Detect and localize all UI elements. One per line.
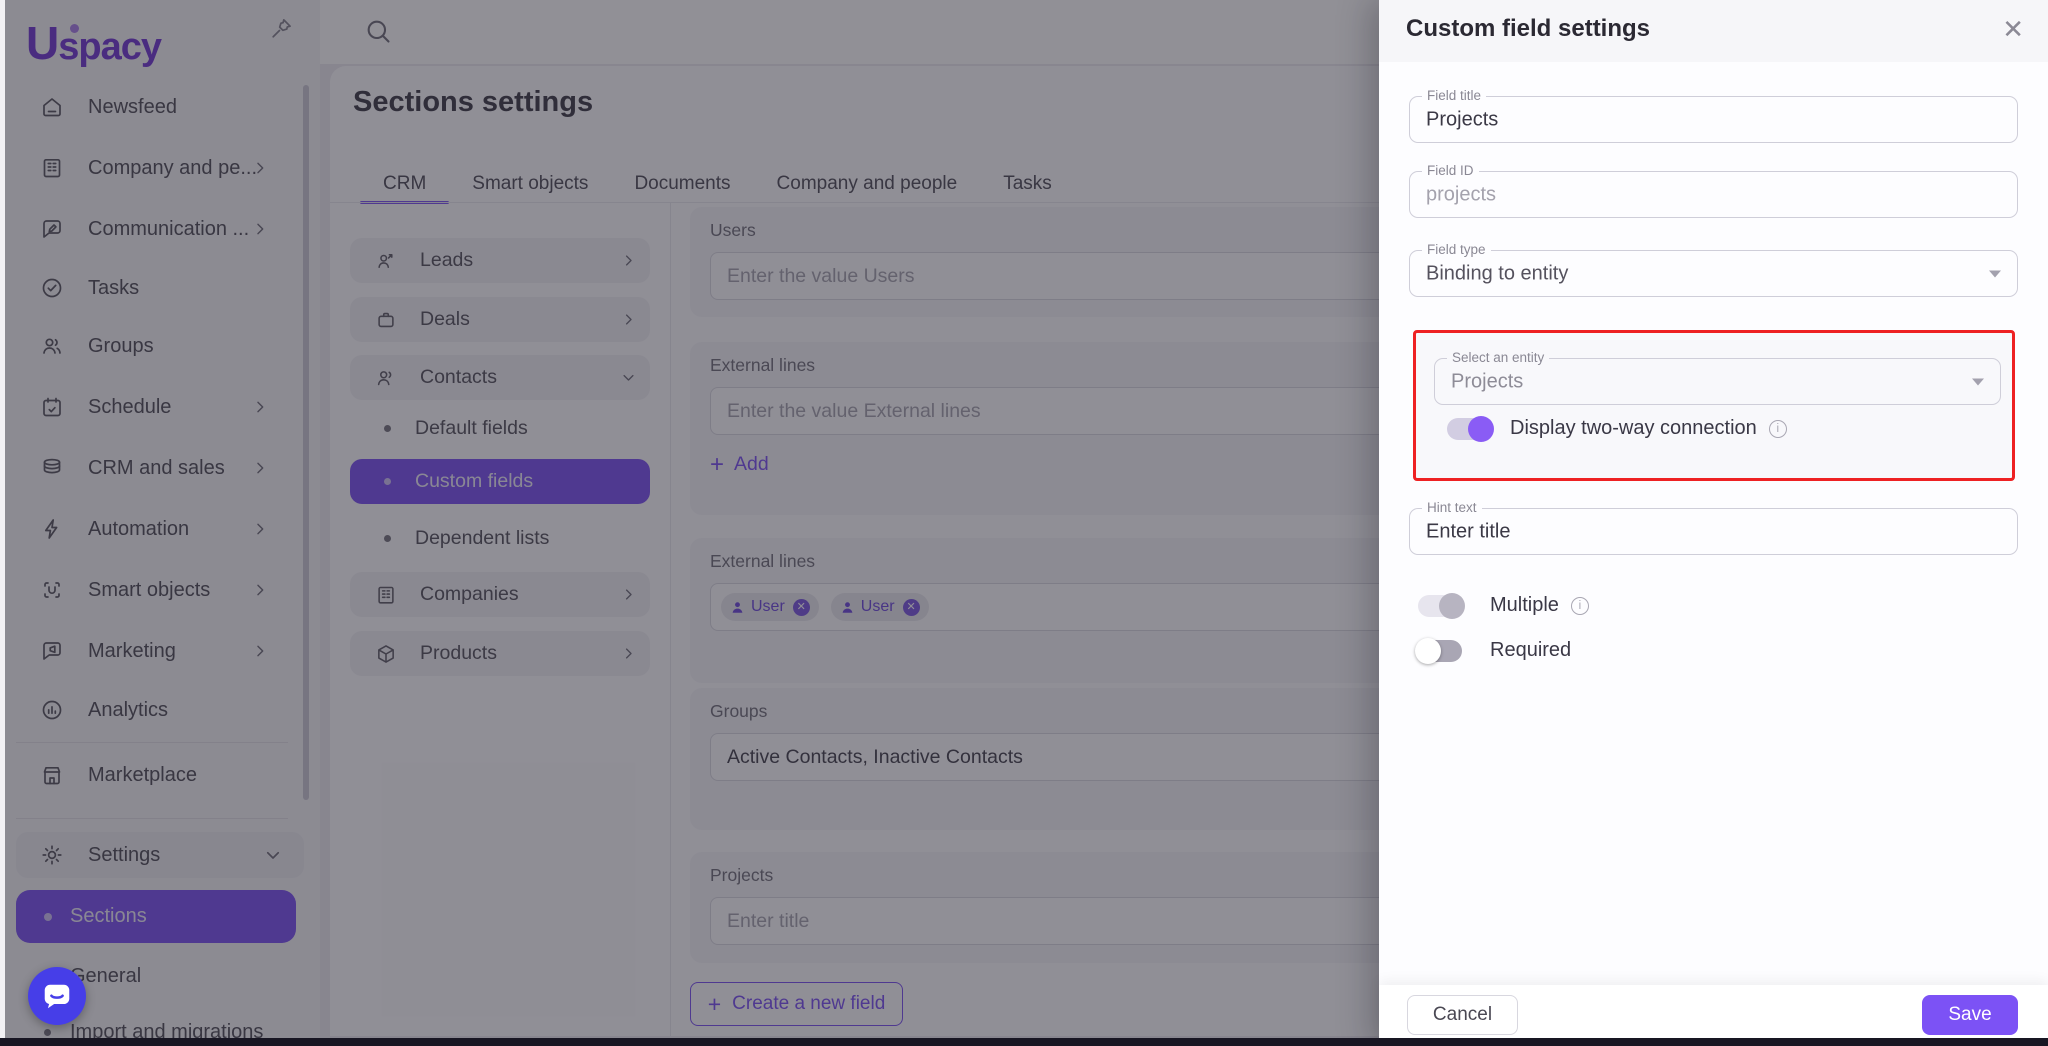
modal-header: Custom field settings ✕ <box>1379 0 2048 62</box>
app-root: Uspacy Newsfeed Company and pe... Commun… <box>0 0 2048 1046</box>
two-way-label: Display two-way connection <box>1510 417 1757 439</box>
select-entity-select[interactable]: Select an entity Projects <box>1434 350 2001 405</box>
multiple-row: Multiple i <box>1418 592 1589 619</box>
field-id-input[interactable]: Field ID projects <box>1409 163 2018 218</box>
field-title-input[interactable]: Field title Projects <box>1409 88 2018 143</box>
custom-field-settings-modal: Custom field settings ✕ Field title Proj… <box>1379 0 2048 1046</box>
dropdown-caret-icon <box>1989 270 2001 277</box>
modal-backdrop[interactable] <box>0 0 1379 1046</box>
two-way-connection-row: Display two-way connection i <box>1447 415 1787 442</box>
toggle-knob <box>1468 415 1494 442</box>
field-title-label: Field title <box>1422 88 1487 103</box>
info-icon[interactable]: i <box>1570 596 1589 615</box>
info-icon[interactable]: i <box>1768 419 1787 438</box>
close-icon[interactable]: ✕ <box>2002 14 2024 45</box>
save-button[interactable]: Save <box>1922 995 2018 1035</box>
hint-text-input[interactable]: Hint text Enter title <box>1409 500 2018 555</box>
field-type-select[interactable]: Field type Binding to entity <box>1409 242 2018 297</box>
field-type-value: Binding to entity <box>1426 262 1569 284</box>
chat-launcher-button[interactable] <box>28 967 86 1025</box>
modal-title: Custom field settings <box>1406 15 1651 42</box>
modal-footer: Cancel Save <box>1379 985 2048 1046</box>
toggle-knob <box>1415 637 1441 664</box>
field-type-label: Field type <box>1422 242 1491 257</box>
multiple-label: Multiple <box>1490 594 1559 616</box>
dropdown-caret-icon <box>1972 378 1984 385</box>
field-id-value: projects <box>1426 183 1497 205</box>
multiple-toggle[interactable] <box>1418 592 1465 619</box>
hint-text-label: Hint text <box>1422 500 1482 515</box>
required-row: Required <box>1415 637 1572 664</box>
window-edge <box>0 0 5 1046</box>
select-entity-value: Projects <box>1451 370 1524 392</box>
select-entity-label: Select an entity <box>1447 350 1550 365</box>
required-toggle[interactable] <box>1415 637 1462 664</box>
hint-text-value: Enter title <box>1426 520 1511 542</box>
cancel-button[interactable]: Cancel <box>1407 995 1518 1035</box>
required-label: Required <box>1490 639 1572 661</box>
field-title-value: Projects <box>1426 108 1499 130</box>
field-id-label: Field ID <box>1422 163 1479 178</box>
chat-icon <box>44 984 70 1009</box>
two-way-toggle[interactable] <box>1447 415 1494 442</box>
toggle-knob <box>1439 592 1465 619</box>
entity-highlight-box: Select an entity Projects Display two-wa… <box>1413 330 2015 481</box>
screen-bottom-bar <box>0 1038 2048 1046</box>
